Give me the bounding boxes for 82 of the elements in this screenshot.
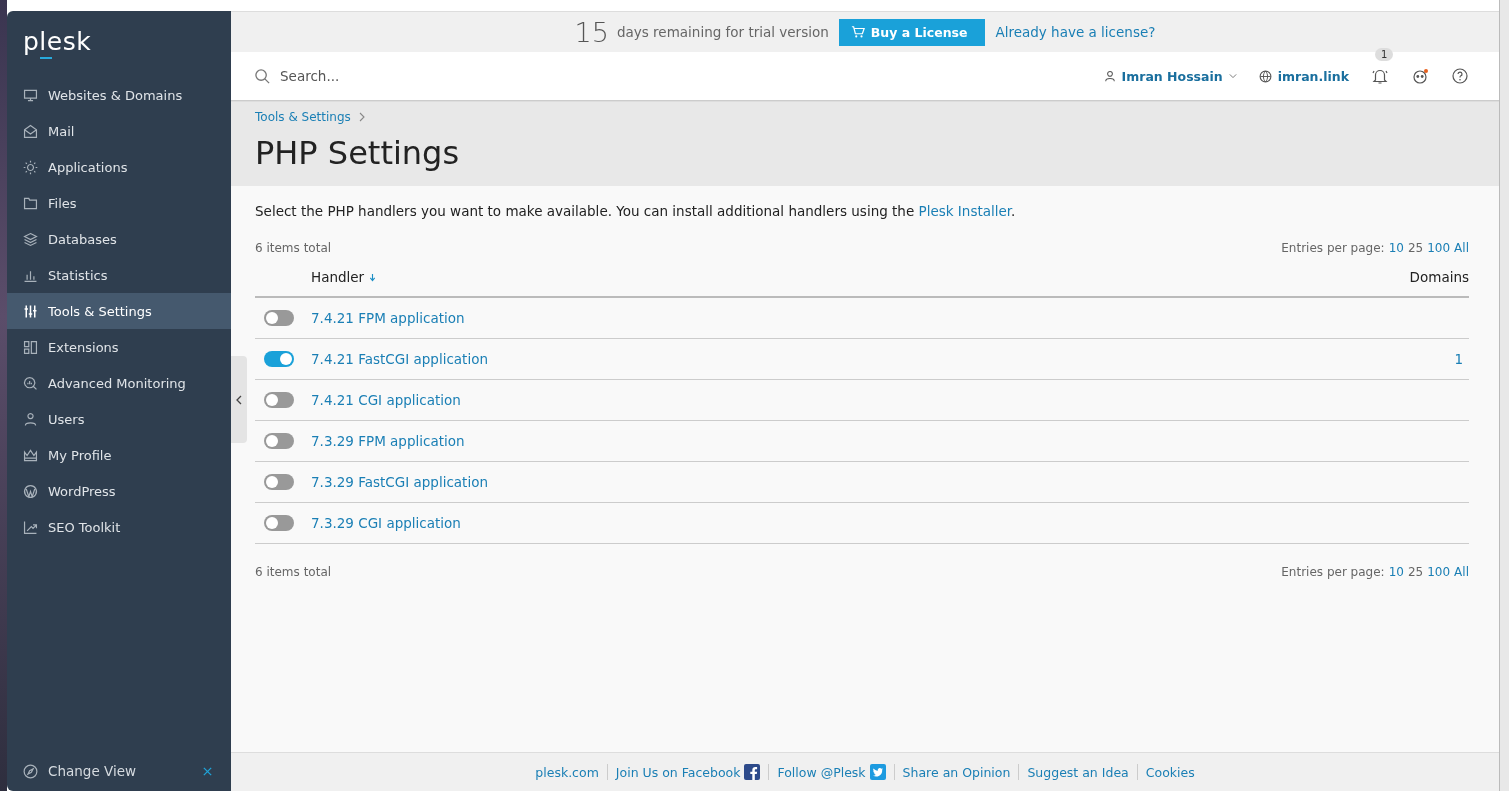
- page-size-link[interactable]: All: [1454, 565, 1469, 579]
- page-title: PHP Settings: [255, 134, 461, 172]
- menu-item-icon: [22, 374, 39, 392]
- toggle-switch[interactable]: [264, 474, 294, 490]
- page-size-link[interactable]: 100: [1427, 241, 1451, 255]
- chevron-right-icon: [358, 112, 365, 122]
- facebook-icon[interactable]: [744, 764, 761, 780]
- handler-link[interactable]: 7.4.21 FastCGI application: [311, 351, 488, 367]
- change-view-link[interactable]: Change View: [22, 762, 136, 780]
- plesk-installer-link[interactable]: Plesk Installer: [918, 203, 1012, 219]
- column-header: Domains: [1409, 269, 1469, 285]
- menu-item-icon: [22, 122, 39, 140]
- sidebar-item[interactable]: Files: [7, 185, 231, 221]
- search-field[interactable]: Search...: [278, 67, 482, 85]
- globe-icon: [1258, 69, 1272, 83]
- footer-link[interactable]: Suggest an Idea: [1027, 764, 1129, 780]
- sidebar-item[interactable]: Users: [7, 401, 231, 437]
- page-size-link[interactable]: 25: [1407, 241, 1424, 255]
- help-icon[interactable]: [1451, 67, 1469, 85]
- handler-link[interactable]: 7.3.29 FPM application: [311, 433, 465, 449]
- sidebar-item[interactable]: My Profile: [7, 437, 231, 473]
- footer-link[interactable]: Follow @Plesk: [777, 764, 866, 780]
- menu-item-icon: [22, 338, 39, 356]
- cart-icon: [850, 25, 865, 39]
- sidebar-item[interactable]: SEO Toolkit: [7, 509, 231, 545]
- sidebar-item[interactable]: Tools & Settings: [7, 293, 231, 329]
- user-menu[interactable]: Imran Hossain: [1103, 68, 1237, 84]
- compass-icon: [22, 762, 39, 780]
- footer-link[interactable]: Share an Opinion: [902, 764, 1011, 780]
- footer-link[interactable]: plesk.com: [535, 764, 599, 780]
- sidebar-item[interactable]: Websites & Domains: [7, 77, 231, 113]
- toggle-switch[interactable]: [264, 351, 294, 367]
- handler-link[interactable]: 7.3.29 CGI application: [311, 515, 461, 531]
- menu-item-icon: [22, 410, 39, 428]
- footer-link[interactable]: Cookies: [1145, 764, 1195, 780]
- trial-days-count: 15: [574, 16, 609, 48]
- page-size-link[interactable]: All: [1454, 241, 1469, 255]
- plesk-logo[interactable]: plesk: [7, 11, 92, 67]
- menu-item-icon: [22, 230, 39, 248]
- notification-count: 1: [1375, 48, 1394, 61]
- toggle-switch[interactable]: [264, 515, 294, 531]
- toggle-switch[interactable]: [264, 310, 294, 326]
- toggle-switch[interactable]: [264, 433, 294, 449]
- description-text: Select the PHP handlers you want to make available. You can install additional handlers using the Plesk Installer.: [255, 203, 1017, 219]
- site-link[interactable]: imran.link: [1258, 68, 1349, 84]
- chevron-left-icon: [235, 393, 243, 406]
- menu-item-icon: [22, 482, 39, 500]
- user-icon: [1103, 70, 1116, 82]
- notifications-bell-icon[interactable]: [1371, 67, 1389, 85]
- page-size-link[interactable]: 25: [1407, 565, 1424, 579]
- entries-per-page-label: Entries per page:: [1281, 565, 1385, 579]
- toggle-switch[interactable]: [264, 392, 294, 408]
- footer-link[interactable]: Join Us on Facebook: [615, 764, 741, 780]
- twitter-icon[interactable]: [869, 764, 886, 780]
- menu-item-icon: [22, 158, 39, 176]
- search-icon: [254, 67, 271, 85]
- license-link[interactable]: Already have a license?: [995, 24, 1156, 40]
- buy-license-button[interactable]: Buy a License: [838, 18, 986, 46]
- page-size-link[interactable]: 10: [1388, 565, 1404, 579]
- trial-message: days remaining for trial version: [616, 24, 829, 40]
- sidebar-item[interactable]: Applications: [7, 149, 231, 185]
- column-header[interactable]: Handler: [311, 269, 377, 285]
- handler-link[interactable]: 7.4.21 FPM application: [311, 310, 465, 326]
- page-size-link[interactable]: 100: [1427, 565, 1451, 579]
- domains-count-link[interactable]: 1: [1454, 351, 1463, 367]
- sidebar-item[interactable]: Mail: [7, 113, 231, 149]
- sidebar-item[interactable]: Advanced Monitoring: [7, 365, 231, 401]
- caret-icon: [1228, 73, 1237, 79]
- items-total: 6 items total: [255, 565, 332, 579]
- close-icon[interactable]: [202, 765, 213, 777]
- breadcrumb-link[interactable]: Tools & Settings: [255, 110, 351, 124]
- sidebar-item[interactable]: Statistics: [7, 257, 231, 293]
- handler-link[interactable]: 7.3.29 FastCGI application: [311, 474, 488, 490]
- sort-down-arrow-icon: [369, 272, 377, 282]
- sidebar-item[interactable]: Databases: [7, 221, 231, 257]
- items-total: 6 items total: [255, 241, 332, 255]
- handler-link[interactable]: 7.4.21 CGI application: [311, 392, 461, 408]
- page-size-link[interactable]: 10: [1388, 241, 1404, 255]
- entries-per-page-label: Entries per page:: [1281, 241, 1385, 255]
- sidebar-item[interactable]: Extensions: [7, 329, 231, 365]
- menu-item-icon: [22, 446, 39, 464]
- sidebar-item[interactable]: WordPress: [7, 473, 231, 509]
